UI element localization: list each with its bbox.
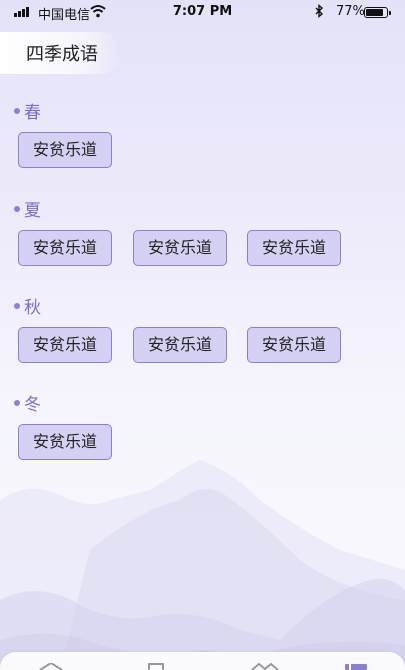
idiom-tag[interactable]: 安贫乐道: [247, 230, 341, 266]
profile-icon[interactable]: [344, 663, 368, 670]
battery-percent: 77%: [336, 4, 365, 19]
bullet-dot: [14, 107, 20, 114]
bullet-dot: [14, 205, 20, 212]
bullet-dot: [14, 399, 20, 406]
idiom-tag[interactable]: 安贫乐道: [18, 132, 112, 168]
status-bar: 中国电信 7:07 PM 77%: [0, 0, 405, 24]
season-heading-winter: 冬: [14, 390, 41, 415]
season-heading-autumn: 秋: [14, 293, 41, 318]
idiom-tag[interactable]: 安贫乐道: [133, 327, 227, 363]
mountain-background: [0, 460, 405, 670]
bullet-dot: [14, 302, 20, 309]
page-title: 四季成语: [26, 44, 98, 65]
mountain-icon[interactable]: [251, 663, 279, 670]
season-heading-spring: 春: [14, 98, 41, 123]
season-label: 夏: [24, 201, 41, 221]
season-label: 冬: [24, 395, 41, 415]
bluetooth-icon: [315, 4, 324, 18]
idiom-tag[interactable]: 安贫乐道: [247, 327, 341, 363]
idiom-tag[interactable]: 安贫乐道: [18, 327, 112, 363]
season-heading-summer: 夏: [14, 196, 41, 221]
book-icon[interactable]: [146, 663, 168, 670]
idiom-tag[interactable]: 安贫乐道: [133, 230, 227, 266]
season-label: 春: [24, 103, 41, 123]
battery-icon: [364, 7, 391, 18]
idiom-tag[interactable]: 安贫乐道: [18, 230, 112, 266]
home-icon[interactable]: [38, 663, 64, 670]
season-label: 秋: [24, 298, 41, 318]
